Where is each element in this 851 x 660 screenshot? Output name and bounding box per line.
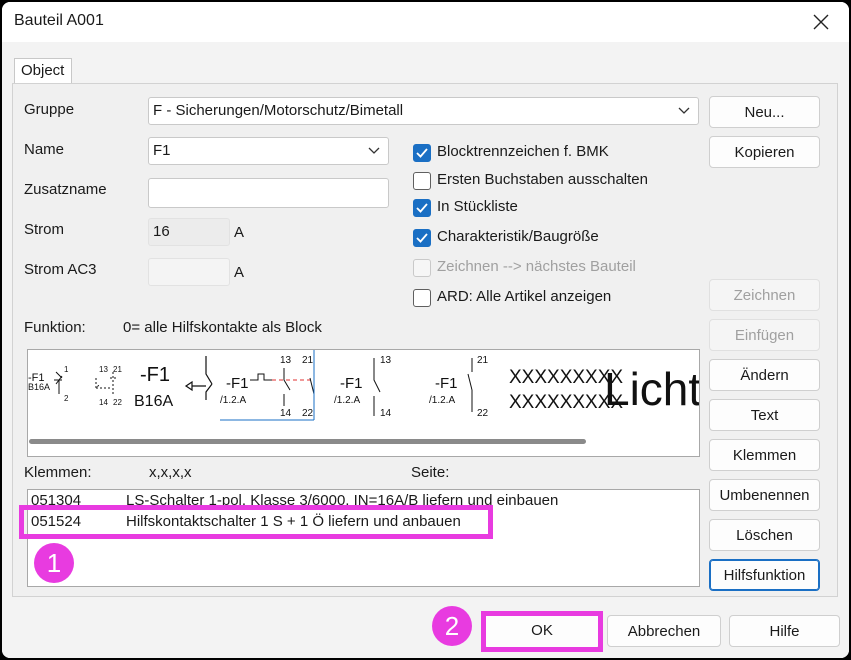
checkbox-unchecked-icon: [413, 289, 431, 307]
preview-pin: 14: [380, 408, 392, 419]
checkbox-checked-icon: [413, 144, 431, 162]
highlight-box-2: [481, 611, 603, 652]
preview-ref: /1.2.A: [334, 395, 360, 406]
name-label: Name: [24, 141, 65, 158]
chevron-down-icon: [678, 107, 690, 114]
preview-pin: 13: [280, 355, 292, 366]
preview-symbol-2[interactable]: 13 21 14 22: [95, 365, 122, 407]
annotation-badge-2: 2: [432, 606, 472, 646]
preview-pin: 21: [477, 355, 489, 366]
checkbox-checked-icon: [413, 199, 431, 217]
checkbox-unchecked-icon: [413, 172, 431, 190]
preview-pin: 13: [99, 365, 108, 374]
preview-pin: 22: [113, 398, 122, 407]
strom-unit: A: [234, 224, 245, 241]
name-select[interactable]: F1: [148, 137, 389, 165]
strom-label: Strom: [24, 221, 65, 238]
preview-symbol-5[interactable]: -F1 /1.2.A 13 14: [334, 355, 392, 419]
preview-pin: 13: [380, 355, 392, 366]
zeichnen-button[interactable]: Zeichnen: [709, 279, 820, 311]
close-button[interactable]: [803, 6, 839, 38]
neu-button[interactable]: Neu...: [709, 96, 820, 128]
dialog-footer: [2, 605, 849, 658]
preview-bmk: -F1: [435, 375, 458, 392]
seite-label: Seite:: [411, 464, 450, 481]
dialog-window: Bauteil A001 Object Gruppe Name Zusatzna…: [2, 2, 849, 658]
hilfsfunktion-button[interactable]: Hilfsfunktion: [709, 559, 820, 591]
annotation-badge-1: 1: [34, 543, 74, 583]
klemmen-label: Klemmen:: [24, 464, 92, 481]
highlight-box-1: [19, 505, 493, 539]
checkbox-checked-icon: [413, 229, 431, 247]
preview-pin: 21: [302, 355, 314, 366]
preview-horizontal-scrollbar[interactable]: [29, 439, 586, 444]
preview-pin: 22: [477, 408, 489, 419]
preview-ref: /1.2.A: [220, 395, 246, 406]
preview-pin: 14: [99, 398, 108, 407]
title-bar: Bauteil A001: [2, 2, 849, 42]
umbenennen-button[interactable]: Umbenennen: [709, 479, 820, 511]
strom-ac3-input[interactable]: [148, 258, 230, 286]
preview-big-text: Licht: [604, 363, 700, 415]
kopieren-button[interactable]: Kopieren: [709, 136, 820, 168]
preview-sub: B16A: [134, 393, 173, 410]
zusatzname-input[interactable]: [148, 178, 389, 208]
name-value: F1: [153, 142, 171, 159]
preview-symbol-1[interactable]: -F1 B16A 1 2: [28, 365, 69, 403]
preview-symbol-4[interactable]: -F1 /1.2.A 13 21 14 22: [220, 350, 315, 421]
preview-bmk: -F1: [140, 364, 170, 386]
cancel-button[interactable]: Abbrechen: [607, 615, 721, 647]
funktion-label: Funktion:: [24, 319, 86, 336]
klemmen-value: x,x,x,x: [149, 464, 192, 481]
window-title: Bauteil A001: [14, 12, 104, 29]
preview-pin: 21: [113, 365, 122, 374]
preview-pin: 1: [64, 365, 69, 374]
preview-bmk: -F1: [340, 375, 363, 392]
funktion-value: 0= alle Hilfskontakte als Block: [123, 319, 322, 336]
einfuegen-button[interactable]: Einfügen: [709, 319, 820, 351]
preview-pin: 22: [302, 408, 314, 419]
gruppe-select[interactable]: F - Sicherungen/Motorschutz/Bimetall: [148, 97, 699, 125]
gruppe-label: Gruppe: [24, 101, 75, 118]
close-icon: [813, 14, 829, 30]
checkbox-unchecked-icon: [413, 259, 431, 277]
gruppe-value: F - Sicherungen/Motorschutz/Bimetall: [153, 102, 404, 119]
strom-ac3-label: Strom AC3: [24, 261, 97, 278]
preview-symbol-6[interactable]: -F1 /1.2.A 21 22: [429, 355, 489, 419]
preview-symbol-3[interactable]: -F1 B16A: [134, 356, 213, 410]
zusatzname-label: Zusatzname: [24, 181, 107, 198]
help-button[interactable]: Hilfe: [729, 615, 840, 647]
aendern-button[interactable]: Ändern: [709, 359, 820, 391]
chevron-down-icon: [368, 147, 380, 154]
loeschen-button[interactable]: Löschen: [709, 519, 820, 551]
strom-ac3-unit: A: [234, 264, 245, 281]
preview-ref: /1.2.A: [429, 395, 455, 406]
strom-input[interactable]: 16: [148, 218, 230, 246]
preview-bmk: -F1: [226, 375, 249, 392]
preview-pin: 14: [280, 408, 292, 419]
preview-sub: B16A: [28, 382, 50, 392]
text-button[interactable]: Text: [709, 399, 820, 431]
klemmen-button[interactable]: Klemmen: [709, 439, 820, 471]
preview-pin: 2: [64, 394, 69, 403]
tab-object[interactable]: Object: [14, 58, 72, 84]
